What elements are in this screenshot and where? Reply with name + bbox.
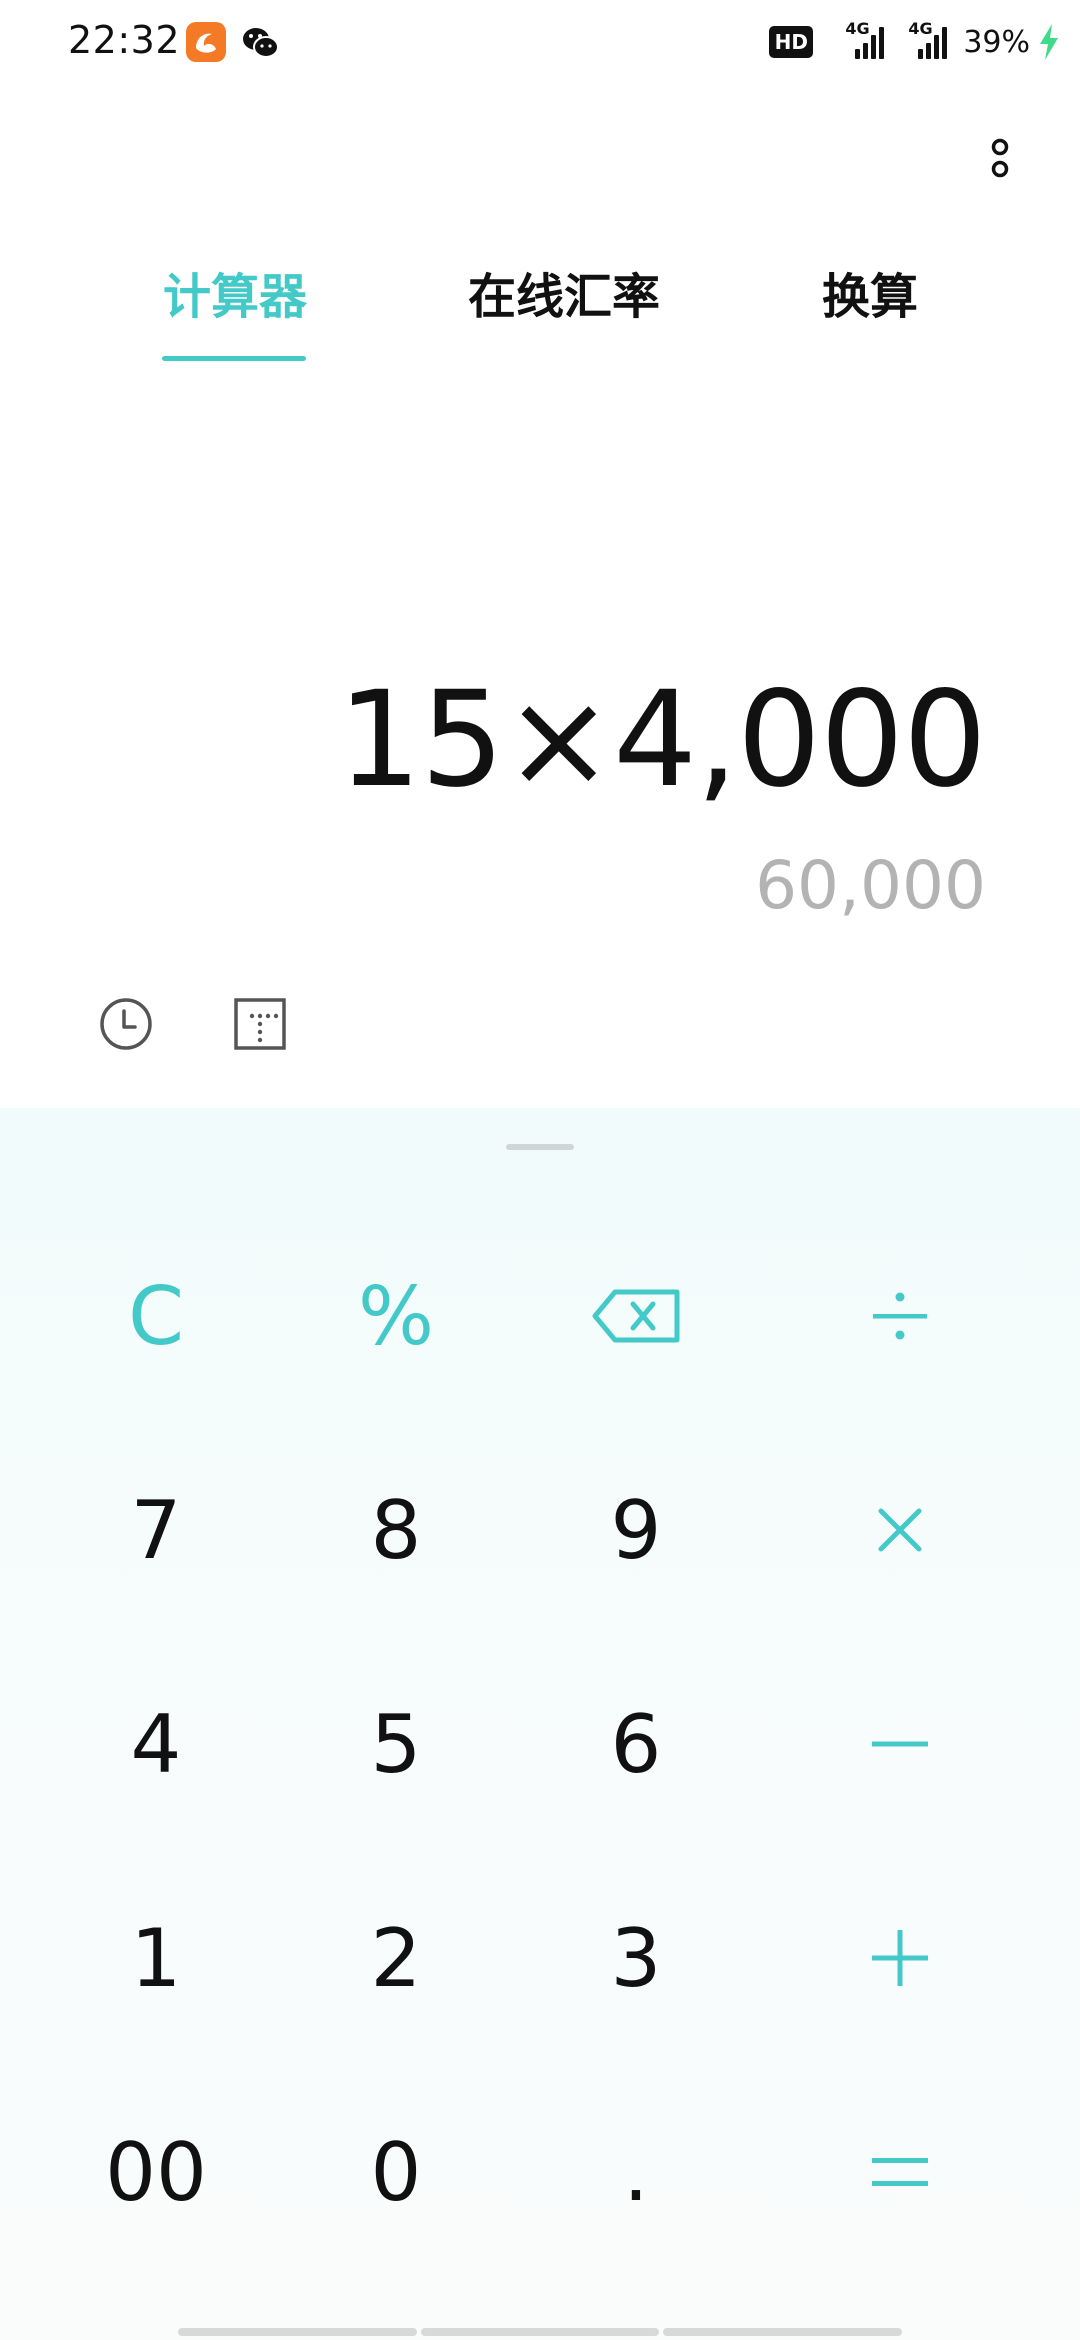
- percent-button-label: %: [357, 1269, 434, 1363]
- signal-strength-sim1: 4G: [837, 19, 885, 59]
- more-options-icon[interactable]: [980, 134, 1020, 184]
- battery-level: 39%: [963, 24, 1030, 60]
- digit-2-button[interactable]: 2: [296, 1873, 496, 2043]
- double-zero-label: 00: [105, 2125, 207, 2219]
- expression-display: 15×4,000: [337, 663, 987, 817]
- nav-segment-middle: [420, 2328, 660, 2336]
- digit-0-button[interactable]: 0: [296, 2087, 496, 2257]
- divide-button[interactable]: [800, 1231, 1000, 1401]
- history-icon[interactable]: [98, 996, 154, 1052]
- equals-icon: [872, 2158, 928, 2186]
- multiply-icon: [878, 1508, 922, 1552]
- digit-6-button[interactable]: 6: [536, 1659, 736, 1829]
- backspace-button[interactable]: [536, 1231, 736, 1401]
- add-button[interactable]: [800, 1873, 1000, 2043]
- tab-calculator[interactable]: 计算器: [162, 262, 308, 332]
- digit-8-button[interactable]: 8: [296, 1445, 496, 1615]
- tab-exchange-rate[interactable]: 在线汇率: [466, 262, 662, 332]
- digit-7-button[interactable]: 7: [56, 1445, 256, 1615]
- backspace-icon: [592, 1289, 680, 1343]
- mode-tabs: 计算器 在线汇率 换算: [0, 262, 1080, 362]
- signal-strength-sim2: 4G: [900, 19, 948, 59]
- network-type-label: 4G: [845, 19, 870, 38]
- minus-icon: [872, 1741, 928, 1747]
- digit-3-button[interactable]: 3: [536, 1873, 736, 2043]
- digit-0-label: 0: [370, 2125, 422, 2219]
- keypad: C % 7 8 9 4 5 6 1 2 3 00 0 .: [0, 1108, 1080, 2340]
- decimal-point-label: .: [623, 2125, 649, 2219]
- gesture-navigation-bar[interactable]: [178, 2328, 903, 2336]
- equals-button[interactable]: [800, 2087, 1000, 2257]
- status-bar: 22:32 HD 4G 4G 39%: [0, 0, 1080, 84]
- digit-5-button[interactable]: 5: [296, 1659, 496, 1829]
- digit-6-label: 6: [610, 1697, 662, 1791]
- percent-button[interactable]: %: [296, 1231, 496, 1401]
- result-preview: 60,000: [755, 847, 986, 924]
- digit-9-label: 9: [610, 1483, 662, 1577]
- scientific-mode-icon[interactable]: [232, 996, 288, 1052]
- uc-browser-icon: [186, 22, 226, 62]
- plus-icon: [872, 1930, 928, 1986]
- digit-4-label: 4: [130, 1697, 182, 1791]
- digit-9-button[interactable]: 9: [536, 1445, 736, 1615]
- divide-icon: [873, 1292, 927, 1340]
- charging-bolt-icon: [1040, 24, 1058, 60]
- status-time: 22:32: [68, 18, 181, 62]
- nav-segment-right: [663, 2328, 903, 2336]
- keypad-drag-handle[interactable]: [506, 1144, 574, 1150]
- digit-7-label: 7: [130, 1483, 182, 1577]
- hd-voice-badge: HD: [769, 26, 814, 58]
- digit-8-label: 8: [370, 1483, 422, 1577]
- tab-unit-conversion[interactable]: 换算: [822, 262, 918, 332]
- multiply-button[interactable]: [800, 1445, 1000, 1615]
- digit-4-button[interactable]: 4: [56, 1659, 256, 1829]
- clear-button-label: C: [128, 1269, 184, 1363]
- digit-5-label: 5: [370, 1697, 422, 1791]
- clear-button[interactable]: C: [56, 1231, 256, 1401]
- active-tab-indicator: [162, 356, 306, 361]
- status-right-group: HD 4G 4G 39%: [769, 18, 1060, 66]
- subtract-button[interactable]: [800, 1659, 1000, 1829]
- decimal-point-button[interactable]: .: [536, 2087, 736, 2257]
- wechat-icon: [243, 28, 279, 58]
- double-zero-button[interactable]: 00: [56, 2087, 256, 2257]
- digit-2-label: 2: [370, 1911, 422, 2005]
- digit-1-button[interactable]: 1: [56, 1873, 256, 2043]
- network-type-label-2: 4G: [908, 19, 933, 38]
- digit-1-label: 1: [130, 1911, 182, 2005]
- nav-segment-left: [178, 2328, 417, 2336]
- digit-3-label: 3: [610, 1911, 662, 2005]
